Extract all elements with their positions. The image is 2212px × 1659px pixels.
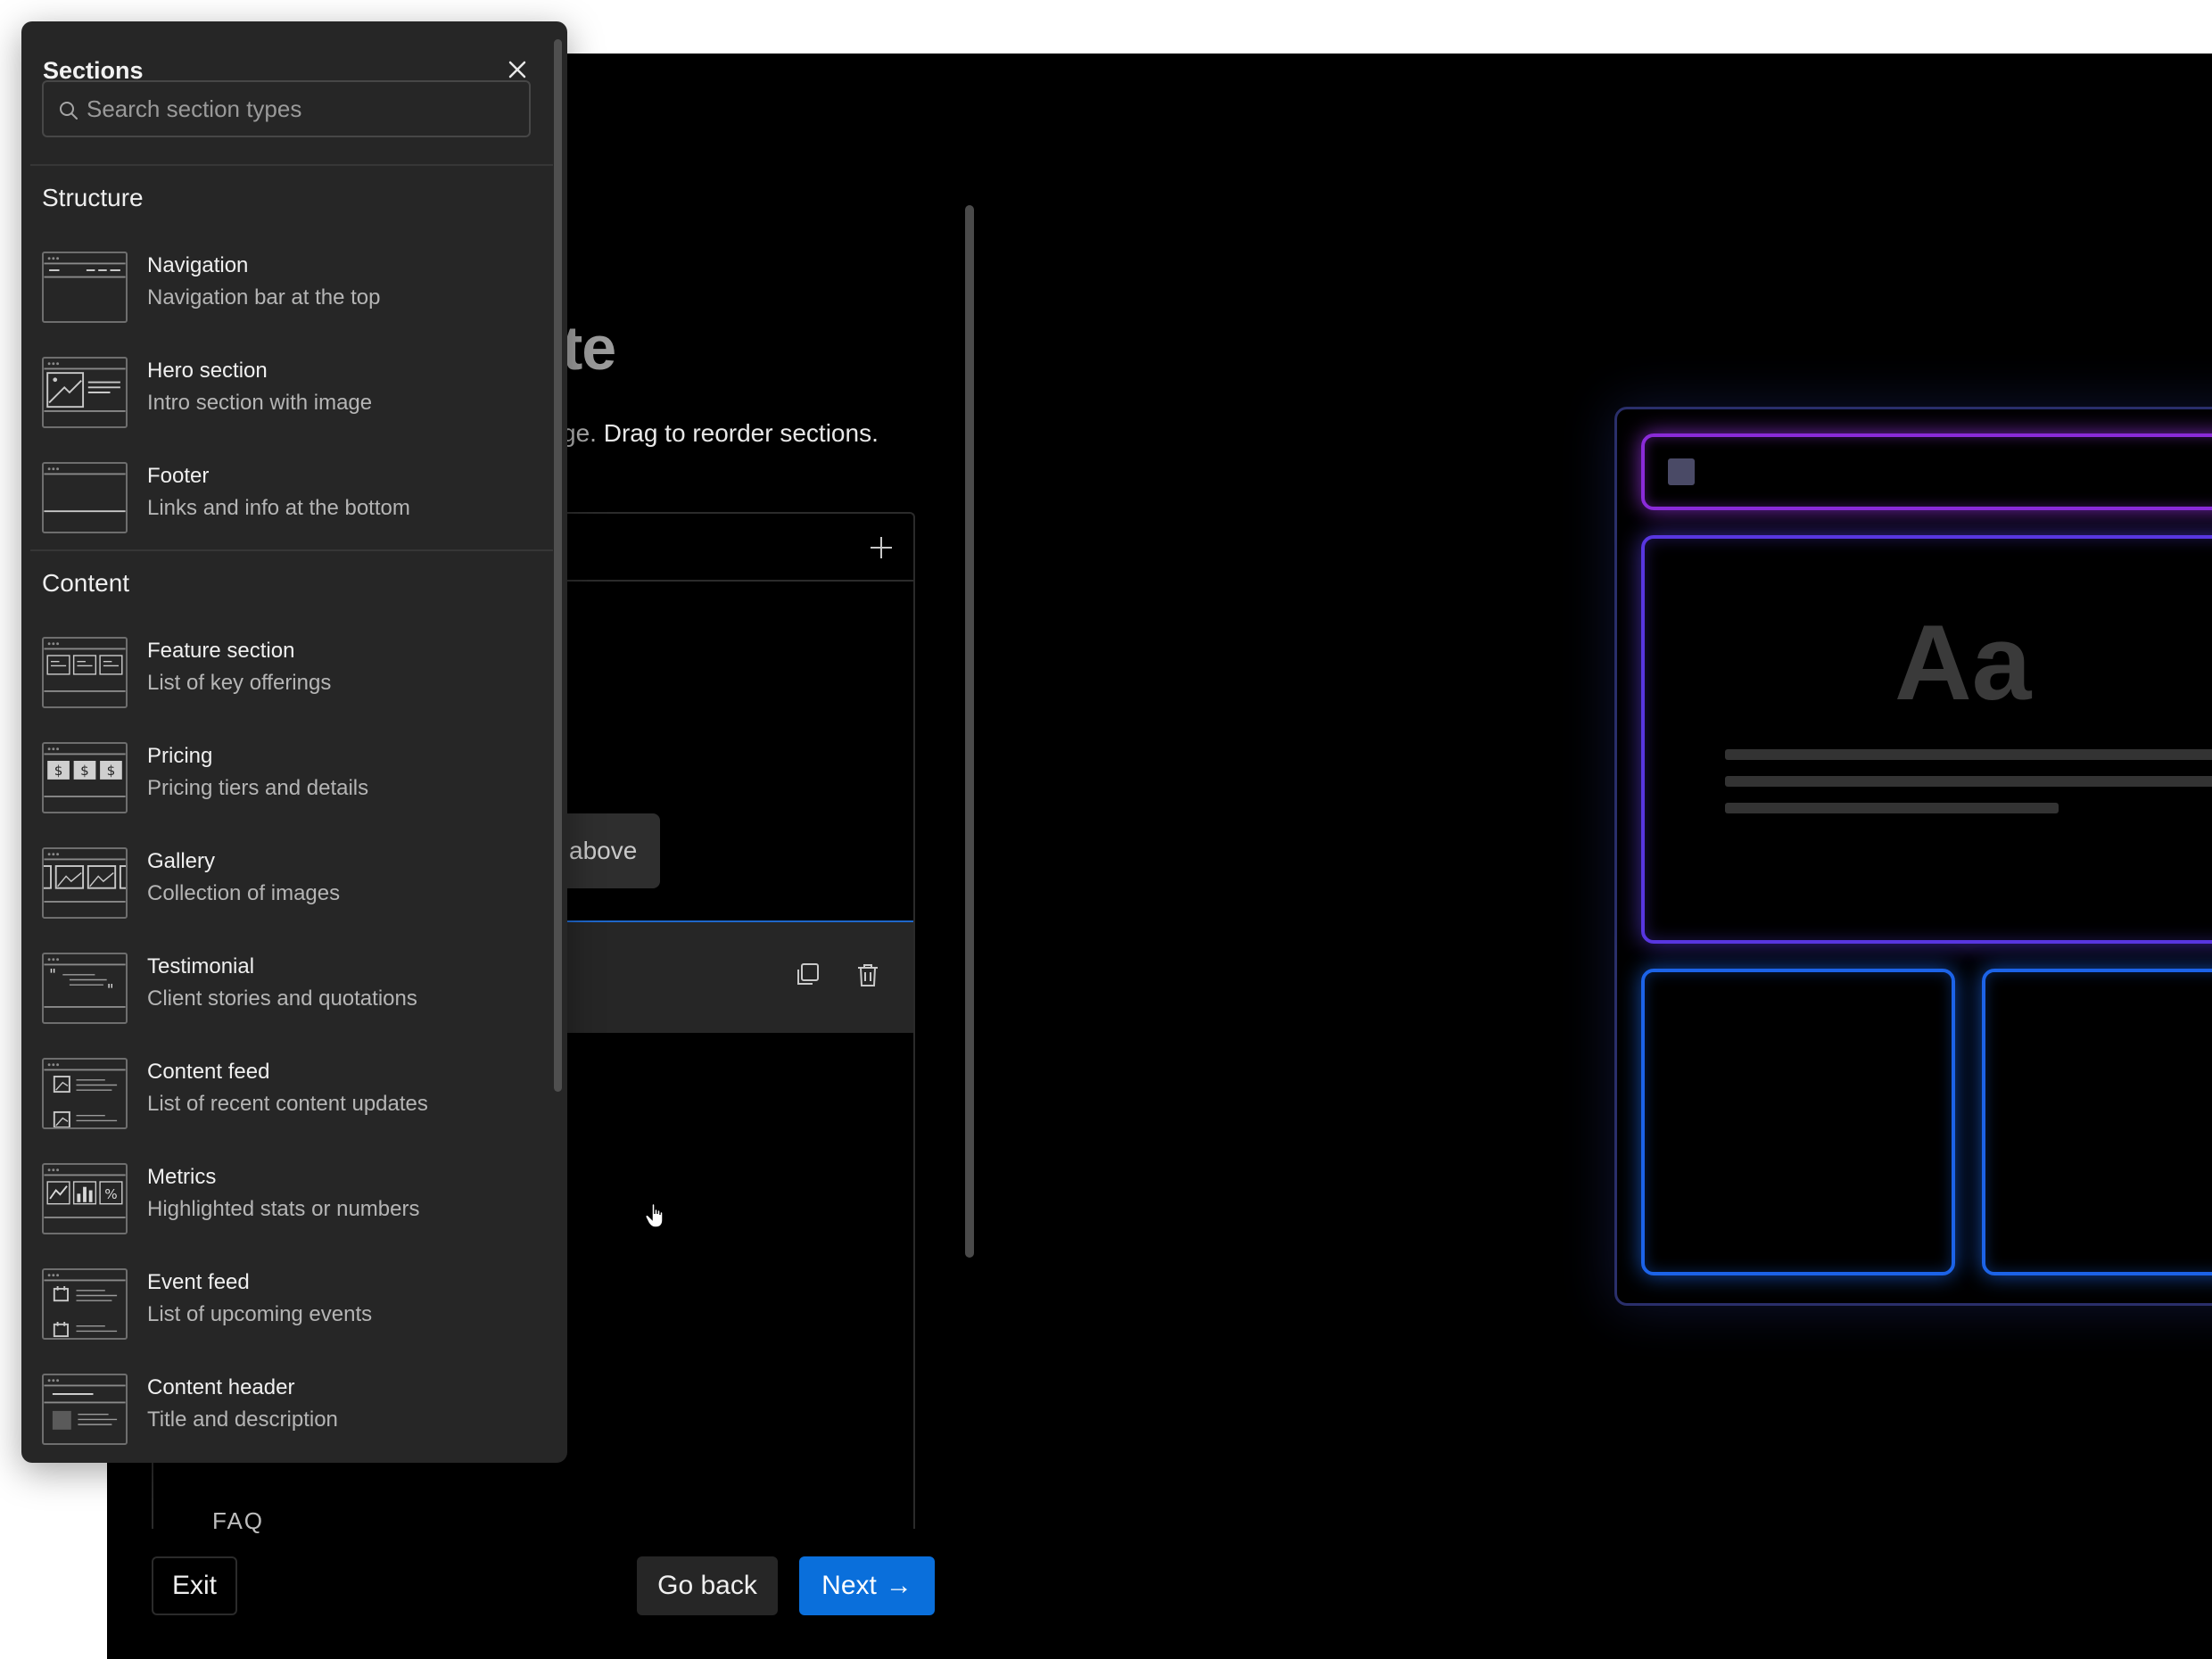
event-feed-thumb-icon	[42, 1268, 128, 1340]
svg-text:$: $	[80, 763, 89, 779]
section-item-name: Event feed	[147, 1270, 250, 1294]
preview-card	[1982, 969, 2212, 1275]
svg-text:$: $	[54, 763, 63, 779]
svg-text:%: %	[104, 1186, 117, 1202]
svg-text:$: $	[107, 763, 116, 779]
section-item-desc: Links and info at the bottom	[147, 496, 410, 520]
preview-nav-bar	[1641, 433, 2212, 510]
search-icon	[60, 102, 78, 120]
section-item-desc: Pricing tiers and details	[147, 776, 369, 800]
preview-line	[1725, 749, 2212, 760]
next-button[interactable]: Next →	[799, 1556, 935, 1615]
section-item-desc: Client stories and quotations	[147, 986, 417, 1011]
footer-thumb-icon	[42, 462, 128, 533]
duplicate-icon[interactable]	[794, 962, 821, 988]
section-item-event-feed[interactable]: Event feed List of upcoming events	[21, 1261, 548, 1359]
section-item-name: Gallery	[147, 849, 216, 873]
section-item-desc: List of key offerings	[147, 671, 332, 695]
trash-icon[interactable]	[854, 962, 881, 988]
content-header-thumb-icon	[42, 1374, 128, 1445]
section-item-name: Navigation	[147, 253, 249, 277]
navigation-thumb-icon	[42, 252, 128, 323]
gallery-thumb-icon	[42, 847, 128, 919]
preview-card	[1641, 969, 1955, 1275]
tooltip-text: above	[569, 837, 638, 864]
section-item-name: Pricing	[147, 744, 213, 768]
section-item-feature[interactable]: Feature section List of key offerings	[21, 630, 548, 728]
next-label: Next	[821, 1571, 877, 1600]
section-item-desc: Collection of images	[147, 881, 341, 905]
section-item-gallery[interactable]: Gallery Collection of images	[21, 840, 548, 938]
preview-line	[1725, 776, 2212, 787]
section-item-content-feed[interactable]: Content feed List of recent content upda…	[21, 1051, 548, 1149]
section-item-name: Testimonial	[147, 954, 255, 978]
section-item-desc: Title and description	[147, 1407, 338, 1432]
divider	[30, 164, 553, 166]
panel-scrollbar[interactable]	[554, 39, 562, 1092]
add-section-icon[interactable]	[865, 532, 897, 564]
preview-typography: Aa	[1894, 603, 2032, 722]
hand-cursor-icon	[645, 1202, 664, 1228]
section-item-content-header[interactable]: Content header Title and description	[21, 1366, 548, 1463]
section-item-navigation[interactable]: Navigation Navigation bar at the top	[21, 244, 548, 343]
hero-thumb-icon	[42, 357, 128, 428]
section-item-desc: List of recent content updates	[147, 1092, 428, 1116]
section-item-footer[interactable]: Footer Links and info at the bottom	[21, 455, 548, 553]
section-item-desc: Intro section with image	[147, 391, 373, 415]
section-item-metrics[interactable]: % Metrics Highlighted stats or numbers	[21, 1156, 548, 1254]
faq-section-label: FAQ	[212, 1507, 265, 1534]
content-feed-thumb-icon	[42, 1058, 128, 1129]
arrow-right-icon: →	[885, 1571, 912, 1600]
page-description: ge. Drag to reorder sections.	[562, 419, 879, 448]
description-main: Drag to reorder sections.	[596, 419, 879, 447]
main-scrollbar[interactable]	[965, 205, 974, 1258]
page-title: te	[562, 313, 616, 383]
section-item-name: Footer	[147, 464, 210, 488]
group-title-content: Content	[42, 569, 130, 597]
group-title-structure: Structure	[42, 184, 144, 211]
section-item-name: Content feed	[147, 1060, 270, 1084]
section-item-desc: Highlighted stats or numbers	[147, 1197, 420, 1221]
section-item-name: Feature section	[147, 639, 295, 663]
preview-line	[1725, 803, 2059, 813]
section-item-name: Metrics	[147, 1165, 217, 1189]
divider	[30, 549, 553, 551]
feature-thumb-icon	[42, 637, 128, 708]
preview-hero: Aa	[1641, 535, 2212, 944]
preview-logo	[1668, 458, 1695, 485]
svg-text:": "	[49, 967, 56, 985]
section-item-hero[interactable]: Hero section Intro section with image	[21, 350, 548, 448]
sections-panel: Sections Structure Navigation Navigation…	[21, 21, 567, 1463]
section-item-name: Content header	[147, 1375, 295, 1399]
pricing-thumb-icon: $ $ $	[42, 742, 128, 813]
metrics-thumb-icon: %	[42, 1163, 128, 1234]
section-item-testimonial[interactable]: " " Testimonial Client stories and quota…	[21, 945, 548, 1044]
search-input[interactable]	[87, 82, 515, 136]
section-item-desc: List of upcoming events	[147, 1302, 373, 1326]
svg-text:": "	[107, 982, 114, 1000]
go-back-button[interactable]: Go back	[637, 1556, 778, 1615]
section-item-pricing[interactable]: $ $ $ Pricing Pricing tiers and details	[21, 735, 548, 833]
search-box[interactable]	[42, 80, 531, 137]
section-item-desc: Navigation bar at the top	[147, 285, 381, 310]
testimonial-thumb-icon: " "	[42, 953, 128, 1024]
layout-preview: Aa	[1614, 407, 2212, 1306]
exit-button[interactable]: Exit	[152, 1556, 237, 1615]
section-item-name: Hero section	[147, 359, 268, 383]
